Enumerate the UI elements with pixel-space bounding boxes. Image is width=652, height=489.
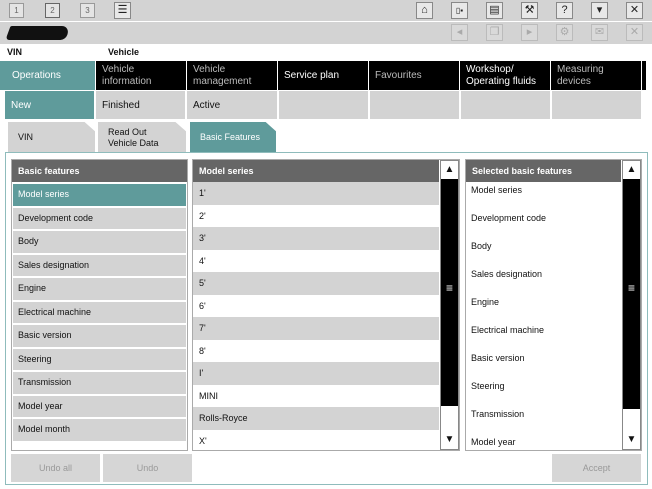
selected-features-list: Selected basic features Model series Deve… — [465, 159, 642, 451]
list-item[interactable]: Rolls-Royce — [193, 407, 439, 430]
list-item[interactable]: Model year — [13, 395, 186, 417]
undo-all-button[interactable]: Undo all — [11, 454, 100, 482]
close-icon[interactable]: ✕ — [626, 24, 643, 41]
vehicle-label: Vehicle — [108, 47, 140, 57]
list-item[interactable]: Sales designation — [466, 260, 621, 288]
model-series-list: Model series 1' 2' 3' 4' 5' 6' 7' 8' I' MINI Rolls… — [192, 159, 460, 451]
nav-vehicle-management[interactable]: Vehicle management — [187, 61, 277, 90]
scroll-down-icon[interactable]: ▼ — [623, 431, 640, 449]
nav-workshop[interactable]: Workshop/ Operating fluids — [460, 61, 550, 90]
undo-button[interactable]: Undo — [103, 454, 192, 482]
secondary-toolbar — [0, 22, 652, 44]
list-item[interactable]: Transmission — [466, 400, 621, 428]
list-item[interactable]: Engine — [13, 278, 186, 300]
list-item[interactable]: Electrical machine — [466, 316, 621, 344]
list-item[interactable]: MINI — [193, 385, 439, 408]
page-3-button[interactable]: 3 — [80, 3, 95, 18]
model-series-scrollbar[interactable]: ▲ ≡ ▼ — [440, 160, 459, 450]
list-item[interactable]: 5' — [193, 272, 439, 295]
list-item[interactable]: Steering — [466, 372, 621, 400]
list-item[interactable]: 7' — [193, 317, 439, 340]
list-item[interactable]: Transmission — [13, 372, 186, 394]
close-icon[interactable]: ✕ — [626, 2, 643, 19]
list-item[interactable]: 1' — [193, 182, 439, 205]
subnav-empty — [552, 91, 641, 119]
nav-service-plan[interactable]: Service plan — [278, 61, 368, 90]
list-item[interactable]: Basic version — [466, 344, 621, 372]
list-item[interactable]: Basic version — [13, 325, 186, 347]
list-item[interactable]: 6' — [193, 295, 439, 318]
list-item[interactable]: Body — [13, 231, 186, 253]
subnav-active[interactable]: Active — [187, 91, 277, 119]
list-item[interactable]: 3' — [193, 227, 439, 250]
subnav-empty — [461, 91, 550, 119]
nav-overflow — [642, 61, 646, 90]
selected-features-scrollbar[interactable]: ▲ ≡ ▼ — [622, 160, 641, 450]
window-icon[interactable]: ▾ — [591, 2, 608, 19]
nav-operations[interactable]: Operations — [0, 61, 95, 90]
nav-favourites[interactable]: Favourites — [369, 61, 459, 90]
list-item[interactable]: 2' — [193, 205, 439, 228]
scroll-track[interactable] — [441, 406, 458, 431]
forward-icon[interactable]: ▸ — [521, 24, 538, 41]
list-item[interactable]: Body — [466, 232, 621, 260]
page-1-button[interactable]: 1 — [9, 3, 24, 18]
nav-vehicle-information[interactable]: Vehicle information — [96, 61, 186, 90]
list-icon[interactable]: ☰ — [114, 2, 131, 19]
back-icon[interactable]: ◂ — [451, 24, 468, 41]
help-icon[interactable]: ? — [556, 2, 573, 19]
model-series-header: Model series — [193, 160, 439, 182]
list-item[interactable]: 4' — [193, 250, 439, 273]
list-item[interactable]: Engine — [466, 288, 621, 316]
scroll-down-icon[interactable]: ▼ — [441, 431, 458, 449]
list-item[interactable]: Sales designation — [13, 254, 186, 276]
scroll-track[interactable] — [623, 409, 640, 431]
tab-read-out-vehicle-data[interactable]: Read Out Vehicle Data — [98, 122, 186, 153]
copy-icon[interactable]: ❐ — [486, 24, 503, 41]
tab-label: Read Out Vehicle Data — [108, 126, 159, 148]
list-item[interactable]: Model month — [13, 419, 186, 441]
list-item[interactable]: X' — [193, 430, 439, 451]
scroll-up-icon[interactable]: ▲ — [623, 161, 640, 179]
subnav-empty — [279, 91, 368, 119]
mail-icon[interactable]: ✉ — [591, 24, 608, 41]
vin-label: VIN — [7, 47, 23, 57]
gear-icon[interactable]: ⚙ — [556, 24, 573, 41]
basic-features-header: Basic features — [12, 160, 187, 182]
nav-measuring-devices[interactable]: Measuring devices — [551, 61, 641, 90]
scroll-grip-icon[interactable]: ≡ — [444, 281, 455, 295]
logo — [5, 26, 71, 40]
list-item[interactable]: 8' — [193, 340, 439, 363]
printer-icon[interactable]: ▤ — [486, 2, 503, 19]
page-2-button[interactable]: 2 — [45, 3, 60, 18]
home-icon[interactable]: ⌂ — [416, 2, 433, 19]
display-icon[interactable]: ▯▪ — [451, 2, 468, 19]
list-item[interactable]: I' — [193, 362, 439, 385]
accept-button[interactable]: Accept — [552, 454, 641, 482]
list-item[interactable]: Development code — [466, 204, 621, 232]
list-item[interactable]: Electrical machine — [13, 301, 186, 323]
top-toolbar — [0, 0, 652, 21]
wrench-icon[interactable]: ⚒ — [521, 2, 538, 19]
subnav-empty — [370, 91, 459, 119]
list-item[interactable]: Steering — [13, 348, 186, 370]
scroll-grip-icon[interactable]: ≡ — [626, 281, 637, 295]
subnav-new[interactable]: New — [5, 91, 94, 119]
basic-features-list: Basic features Model series Development c… — [11, 159, 188, 451]
list-item[interactable]: Model year — [466, 428, 621, 450]
scroll-up-icon[interactable]: ▲ — [441, 161, 458, 179]
list-item[interactable]: Development code — [13, 207, 186, 229]
list-item[interactable]: Model series — [13, 184, 186, 206]
subnav-finished[interactable]: Finished — [96, 91, 185, 119]
tab-vin[interactable]: VIN — [8, 122, 95, 153]
tab-basic-features[interactable]: Basic Features — [190, 122, 276, 153]
